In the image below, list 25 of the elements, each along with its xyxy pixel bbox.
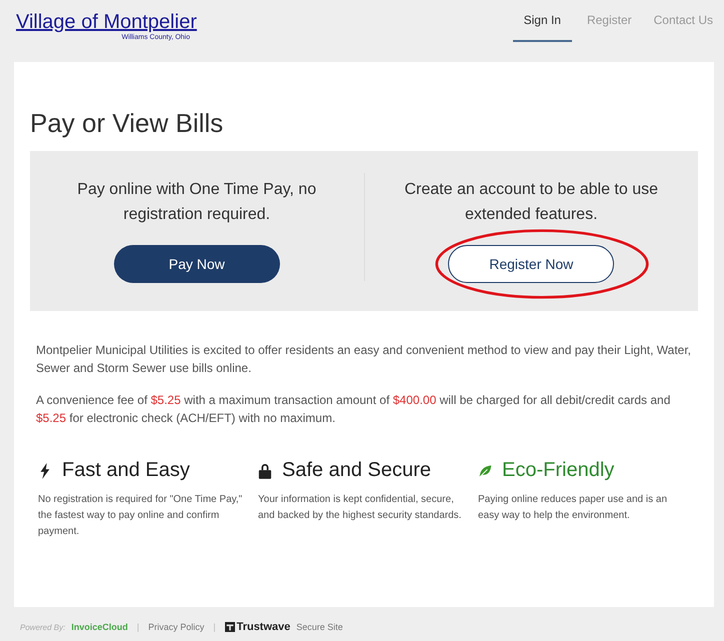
powered-by-label: Powered By: (20, 622, 66, 632)
leaf-icon (478, 462, 492, 478)
feature-text: No registration is required for "One Time Pay," the fastest way to pay online and confirm payment. (38, 493, 244, 539)
feature-text: Your information is kept confidential, secure, and backed by the highest security standards. (258, 493, 462, 523)
feature-heading: Eco-Friendly (502, 459, 614, 482)
feature-text: Paying online reduces paper use and is an easy way to help the environment. (478, 493, 668, 523)
feature-heading: Safe and Secure (282, 459, 431, 482)
info-paragraph: Montpelier Municipal Utilities is excited to offer residents an easy and convenient method to view and pay their Light, Water, Sewer and Storm Sewer use bills online. (36, 342, 692, 377)
pay-now-button[interactable]: Pay Now (114, 245, 280, 283)
secure-site-label: Secure Site (296, 622, 343, 632)
option-text: Pay online with One Time Pay, no registration required. (76, 180, 318, 225)
page-title: Pay or View Bills (30, 108, 224, 139)
separator: | (136, 622, 140, 632)
nav-link[interactable]: Sign In (512, 0, 572, 42)
trustwave-mark-icon (224, 622, 235, 632)
logo-link[interactable]: Village of Montpelier (16, 11, 197, 34)
privacy-policy-link[interactable]: Privacy Policy (148, 622, 204, 632)
info-paragraph: A convenience fee of $5.25 with a maximum transaction amount of $400.00 will be charged for all debit/credit cards and $5.25 for electronic check (ACH/EFT) with no maximum. (36, 392, 672, 427)
separator: | (213, 622, 216, 632)
lightning-bolt-icon (38, 462, 52, 478)
option-text: Create an account to be able to use extended features. (403, 180, 659, 225)
trustwave-logo: Trustwave (236, 621, 290, 633)
feature-heading: Fast and Easy (62, 459, 190, 482)
register-now-button[interactable]: Register Now (448, 245, 614, 283)
padlock-icon (258, 462, 272, 478)
